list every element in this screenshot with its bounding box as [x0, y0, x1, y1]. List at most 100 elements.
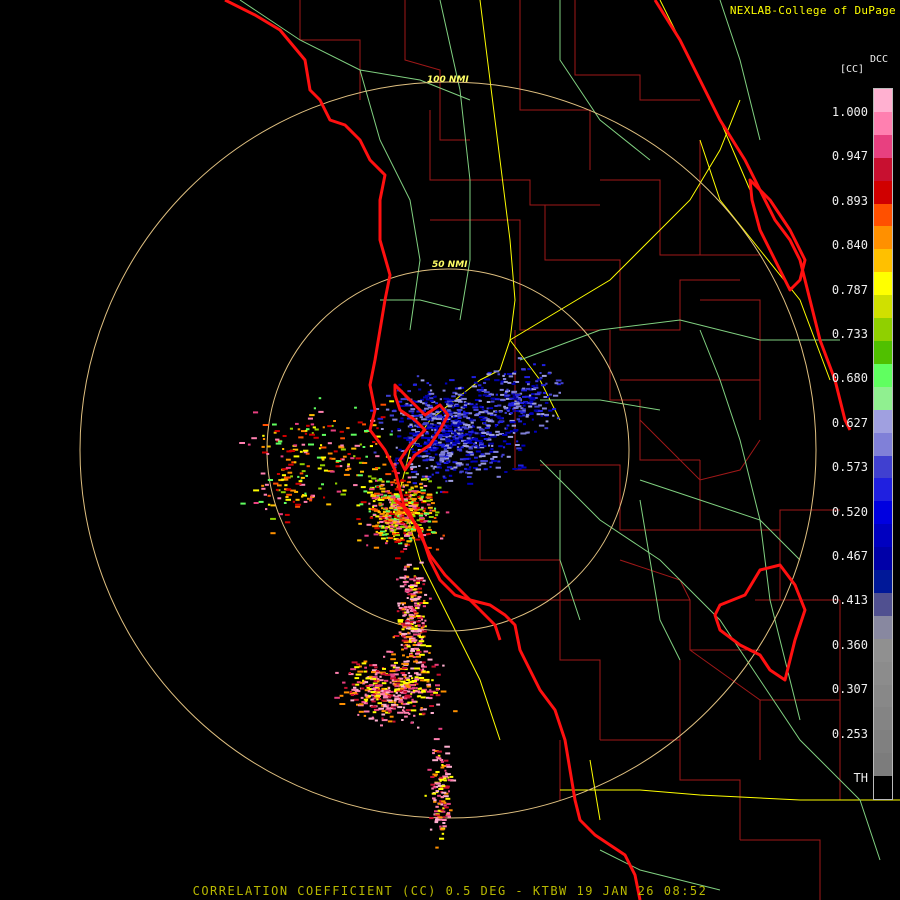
radar-echo-pixel [420, 379, 425, 382]
radar-echo-pixel [381, 688, 385, 691]
radar-echo-pixel [301, 430, 306, 433]
radar-echo-pixel [539, 372, 542, 374]
radar-echo-pixel [410, 648, 415, 650]
radar-echo-pixel [411, 639, 416, 642]
radar-echo-pixel [372, 664, 378, 667]
radar-echo-pixel [425, 452, 431, 455]
radar-echo-pixel [430, 783, 436, 786]
radar-echo-pixel [492, 456, 498, 458]
radar-echo-pixel [515, 409, 519, 412]
radar-echo-pixel [386, 699, 393, 702]
radar-echo-pixel [521, 444, 526, 447]
radar-echo-pixel [448, 453, 451, 456]
radar-echo-pixel [368, 695, 371, 698]
radar-echo-pixel [403, 663, 409, 665]
radar-echo-pixel [455, 404, 460, 407]
radar-echo-pixel [411, 497, 417, 500]
radar-echo-pixel [502, 378, 507, 380]
radar-echo-pixel [394, 540, 401, 543]
radar-echo-pixel [515, 444, 520, 446]
radar-echo-pixel [500, 393, 505, 396]
radar-echo-pixel [401, 662, 404, 665]
radar-echo-pixel [424, 794, 427, 797]
radar-echo-pixel [322, 426, 325, 429]
radar-echo-pixel [469, 403, 474, 406]
radar-echo-pixel [383, 655, 386, 658]
radar-echo-pixel [420, 644, 426, 647]
radar-echo-pixel [493, 370, 500, 373]
radar-echo-pixel [373, 533, 379, 536]
colorbar-segment [874, 661, 892, 685]
range-ring-label-100: 100 NMI [427, 75, 469, 85]
radar-echo-pixel [395, 691, 398, 694]
radar-echo-pixel [375, 515, 380, 518]
colorbar-segment [874, 386, 892, 410]
radar-echo-pixel [350, 433, 357, 436]
radar-echo-pixel [426, 685, 432, 688]
radar-echo-pixel [442, 822, 446, 824]
radar-echo-pixel [435, 805, 439, 808]
radar-echo-pixel [381, 704, 384, 707]
radar-echo-pixel [439, 398, 442, 401]
radar-echo-pixel [346, 427, 350, 430]
radar-echo-pixel [460, 446, 464, 449]
radar-echo-pixel [305, 474, 308, 477]
radar-echo-pixel [309, 499, 313, 502]
radar-echo-pixel [488, 437, 491, 440]
radar-echo-pixel [465, 471, 468, 474]
radar-echo-pixel [413, 501, 419, 504]
radar-echo-pixel [538, 424, 545, 427]
radar-echo-pixel [406, 656, 409, 659]
radar-echo-pixel [396, 610, 400, 613]
colorbar-label: 0.467 [831, 549, 868, 563]
radar-echo-pixel [457, 422, 463, 425]
radar-echo-pixel [434, 663, 439, 666]
radar-echo-pixel [448, 430, 453, 433]
radar-echo-pixel [493, 450, 499, 453]
radar-echo-pixel [414, 597, 421, 600]
radar-echo-pixel [453, 466, 458, 469]
radar-echo-pixel [517, 467, 522, 470]
radar-echo-pixel [486, 407, 489, 410]
radar-echo-pixel [426, 670, 430, 673]
radar-echo-pixel [372, 677, 377, 680]
radar-echo-pixel [488, 444, 491, 447]
radar-echo-pixel [418, 677, 425, 679]
radar-echo-pixel [495, 433, 500, 436]
radar-echo-pixel [444, 759, 449, 762]
radar-echo-pixel [351, 447, 357, 450]
radar-echo-pixel [458, 420, 461, 422]
colorbar-label: 0.413 [831, 593, 868, 608]
radar-echo-pixel [372, 500, 376, 503]
radar-echo-pixel [385, 408, 390, 411]
radar-echo-pixel [434, 782, 441, 785]
radar-echo-pixel [323, 496, 326, 499]
radar-echo-pixel [401, 639, 408, 642]
radar-echo-pixel [418, 640, 425, 643]
radar-echo-pixel [429, 828, 433, 831]
radar-echo-pixel [435, 790, 440, 793]
radar-echo-pixel [400, 398, 404, 401]
radar-echo-pixel [440, 828, 445, 831]
radar-echo-pixel [414, 667, 420, 670]
colorbar-segment [874, 615, 892, 639]
radar-echo-pixel [432, 759, 439, 762]
radar-echo-pixel [376, 689, 381, 692]
radar-echo-pixel [414, 485, 418, 488]
radar-echo-pixel [384, 673, 391, 676]
radar-echo-pixel [474, 414, 479, 417]
radar-echo-pixel [404, 516, 409, 519]
radar-echo-pixel [420, 489, 426, 492]
radar-echo-pixel [342, 489, 347, 492]
radar-echo-pixel [413, 660, 419, 663]
radar-echo-pixel [375, 694, 381, 697]
radar-echo-pixel [480, 453, 485, 456]
radar-echo-pixel [393, 493, 399, 496]
colorbar [873, 88, 893, 800]
radar-echo-pixel [412, 482, 417, 485]
radar-echo-pixel [413, 621, 416, 624]
radar-echo-pixel [438, 788, 444, 790]
radar-echo-pixel [404, 525, 408, 528]
radar-echo-pixel [299, 463, 305, 466]
colorbar-label: 0.360 [831, 637, 868, 652]
